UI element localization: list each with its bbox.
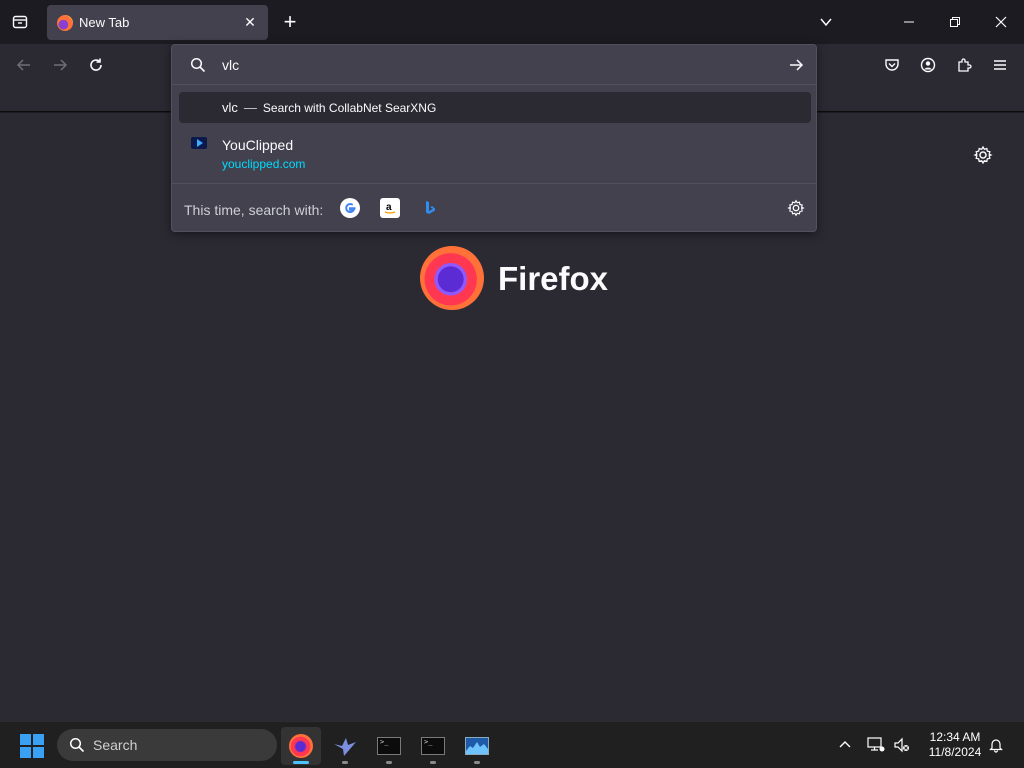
chevron-down-icon xyxy=(820,18,832,27)
one-off-search-row: This time, search with: a xyxy=(172,183,816,231)
search-icon xyxy=(69,737,85,753)
suggestion-action: Search with CollabNet SearXNG xyxy=(262,100,437,115)
minimize-button[interactable] xyxy=(893,8,925,36)
clock-time: 12:34 AM xyxy=(929,730,981,744)
terminal-icon: >_ xyxy=(377,737,401,755)
reload-button[interactable] xyxy=(81,52,111,78)
taskbar-clock[interactable]: 12:34 AM 11/8/2024 xyxy=(918,730,992,760)
search-icon xyxy=(190,57,206,78)
account-button[interactable] xyxy=(913,52,943,78)
bing-icon[interactable] xyxy=(420,198,440,218)
running-indicator xyxy=(386,761,392,764)
app-menu-button[interactable] xyxy=(985,52,1015,78)
list-all-tabs-button[interactable] xyxy=(810,8,842,36)
tab-close-icon[interactable]: ✕ xyxy=(242,14,258,30)
puzzle-icon xyxy=(958,58,972,72)
amazon-icon[interactable]: a xyxy=(380,198,400,218)
svg-text:a: a xyxy=(386,202,392,213)
volume-button[interactable] xyxy=(892,734,912,756)
firefox-icon xyxy=(289,734,313,758)
taskbar: Search >_ >_ 12:34 AM 11/8/2024 xyxy=(0,721,1024,768)
search-settings-button[interactable] xyxy=(786,198,806,223)
urlbar-dropdown: vlc — Search with CollabNet SearXNG YouC… xyxy=(171,44,817,232)
pocket-icon xyxy=(885,59,899,71)
google-icon[interactable] xyxy=(340,198,360,218)
tab-title: New Tab xyxy=(79,15,130,30)
one-off-label: This time, search with: xyxy=(184,202,324,218)
taskbar-firefox[interactable] xyxy=(281,727,321,765)
taskbar-terminal-1[interactable]: >_ xyxy=(369,727,409,765)
pocket-button[interactable] xyxy=(877,52,907,78)
bell-icon xyxy=(989,739,1003,753)
terminal-icon: >_ xyxy=(421,737,445,755)
suggestion-text: vlc xyxy=(222,100,238,115)
youclipped-favicon-icon xyxy=(191,137,207,149)
taskbar-terminal-2[interactable]: >_ xyxy=(413,727,453,765)
tab-new-tab[interactable]: New Tab ✕ xyxy=(47,5,268,40)
result-url: youclipped.com xyxy=(222,157,306,171)
network-status-button[interactable] xyxy=(866,734,886,756)
resource-monitor-icon xyxy=(465,737,489,755)
reload-icon xyxy=(90,58,102,71)
windows-logo-pane xyxy=(20,747,31,758)
taskbar-app-monitor[interactable] xyxy=(457,727,497,765)
extensions-button[interactable] xyxy=(949,52,979,78)
chevron-up-icon xyxy=(839,741,851,748)
clock-date: 11/8/2024 xyxy=(928,745,982,759)
gear-icon xyxy=(973,145,993,165)
arrow-right-icon xyxy=(790,59,804,71)
bird-app-icon xyxy=(334,738,356,756)
restore-button[interactable] xyxy=(939,8,971,36)
windows-logo-pane xyxy=(33,747,44,758)
firefox-view-icon xyxy=(12,15,28,29)
running-indicator xyxy=(430,761,436,764)
taskbar-app-bird[interactable] xyxy=(325,727,365,765)
show-hidden-icons-button[interactable] xyxy=(835,734,855,756)
windows-logo-icon xyxy=(20,734,31,745)
tab-bar: New Tab ✕ + xyxy=(0,0,1024,44)
forward-arrow-icon xyxy=(54,59,68,71)
firefox-logo: Firefox xyxy=(420,246,620,312)
network-icon xyxy=(867,737,885,752)
account-icon xyxy=(920,57,936,73)
back-button[interactable] xyxy=(9,52,39,78)
firefox-view-button[interactable] xyxy=(6,8,34,36)
active-indicator xyxy=(293,761,309,764)
gear-icon xyxy=(787,199,805,217)
hamburger-menu-icon xyxy=(994,60,1006,70)
firefox-logo-icon xyxy=(420,246,484,310)
taskbar-search-label: Search xyxy=(93,737,138,753)
result-title: YouClipped xyxy=(222,137,294,153)
go-button[interactable] xyxy=(786,55,806,75)
search-suggestion-row[interactable]: vlc — Search with CollabNet SearXNG xyxy=(179,92,811,123)
taskbar-search-box[interactable]: Search xyxy=(57,729,277,761)
restore-icon xyxy=(950,17,960,27)
windows-logo-pane xyxy=(33,734,44,745)
firefox-icon xyxy=(57,14,73,31)
close-window-button[interactable] xyxy=(985,8,1017,36)
urlbar-input[interactable] xyxy=(222,55,742,75)
forward-button[interactable] xyxy=(45,52,75,78)
notifications-button[interactable] xyxy=(986,734,1006,756)
minimize-icon xyxy=(904,21,914,23)
close-icon xyxy=(995,16,1007,28)
urlbar xyxy=(172,45,816,85)
windows-start-button[interactable] xyxy=(18,732,46,760)
speaker-muted-icon xyxy=(894,737,909,753)
running-indicator xyxy=(342,761,348,764)
url-result-row[interactable]: YouClipped youclipped.com xyxy=(179,129,811,177)
running-indicator xyxy=(474,761,480,764)
suggestion-separator: — xyxy=(243,100,257,115)
page-settings-button[interactable] xyxy=(972,144,994,166)
new-tab-button[interactable]: + xyxy=(279,9,301,35)
back-arrow-icon xyxy=(16,59,30,71)
firefox-wordmark: Firefox xyxy=(498,260,609,297)
